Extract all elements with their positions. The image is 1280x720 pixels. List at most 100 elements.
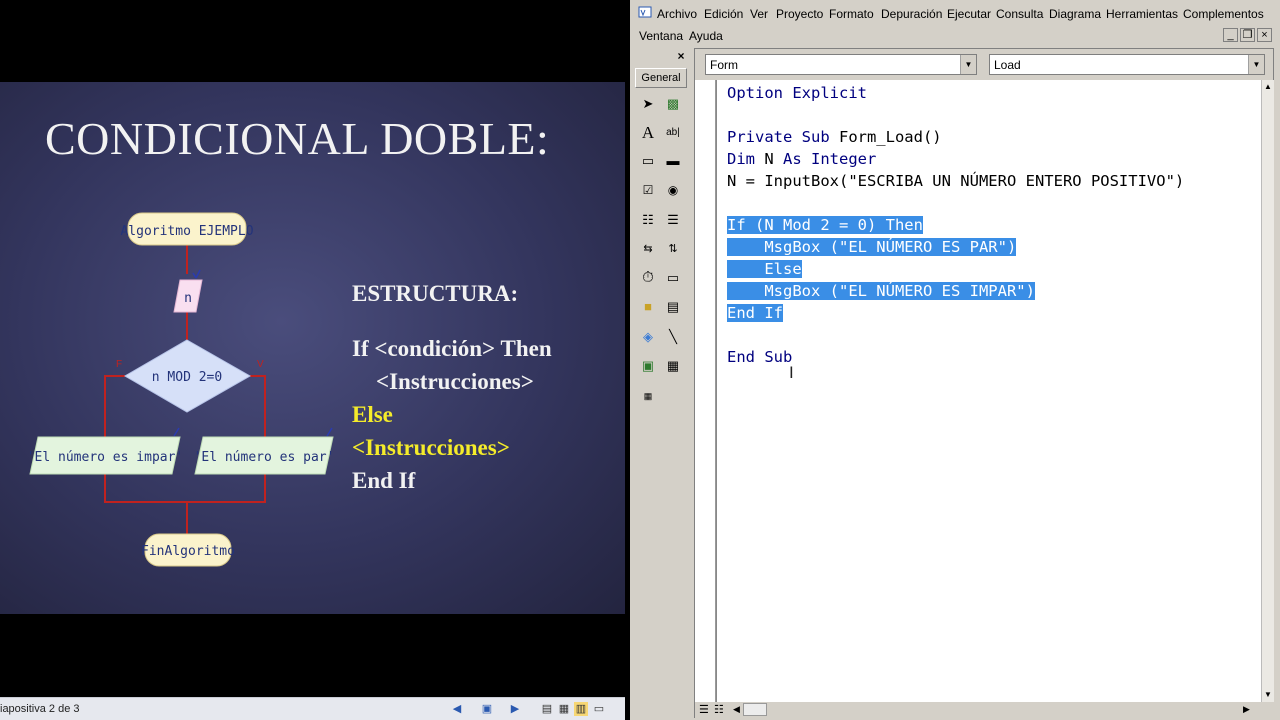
output-arrow-icon-1 — [173, 427, 180, 437]
combobox-tool-icon[interactable]: ☷ — [638, 210, 658, 230]
timer-tool-icon[interactable]: ⏱ — [638, 268, 658, 288]
code-editor[interactable]: Option Explicit Private Sub Form_Load() … — [716, 80, 1261, 702]
screen: CONDICIONAL DOBLE: F V Algoritmo EJEMPLO — [0, 0, 1280, 720]
label-tool-icon[interactable]: A — [638, 123, 658, 143]
minimize-icon[interactable]: _ — [1223, 28, 1238, 42]
toolbox: × General ➤ ▩ A ab| ▭ ▬ ☑ ◉ ☷ ☰ ⇆ ⇅ ⏱ ▭ … — [634, 48, 690, 718]
menu-depuracion[interactable]: Depuración — [881, 7, 942, 21]
code-line: Dim N As Integer — [727, 150, 877, 168]
scroll-up-icon[interactable]: ▲ — [1262, 80, 1274, 94]
structure-line-if: If <condición> Then — [352, 336, 552, 361]
flow-end-label: FinAlgoritmo — [141, 544, 235, 559]
procedure-view-icon[interactable]: ☰ — [699, 703, 709, 716]
ole-tool-icon[interactable]: ▦ — [638, 386, 658, 406]
slide: CONDICIONAL DOBLE: F V Algoritmo EJEMPLO — [0, 82, 625, 614]
horizontal-scrollbar[interactable]: ☰ ☷ ◀ ▶ — [695, 702, 1275, 718]
output-arrow-icon-2 — [326, 427, 333, 437]
menu-archivo[interactable]: Archivo — [657, 7, 697, 21]
frame-tool-icon[interactable]: ▭ — [638, 151, 658, 171]
menu-edicion[interactable]: Edición — [704, 7, 743, 21]
listbox-tool-icon[interactable]: ☰ — [663, 210, 683, 230]
menu-ayuda[interactable]: Ayuda — [689, 29, 723, 43]
code-line-selected: MsgBox ("EL NÚMERO ES PAR") — [727, 238, 1017, 256]
drivelistbox-tool-icon[interactable]: ▭ — [663, 268, 683, 288]
text-cursor-icon: I — [789, 363, 794, 382]
flowchart: F V Algoritmo EJEMPLO n n MOD 2=0 'El nú… — [27, 212, 335, 567]
hscrollbar-tool-icon[interactable]: ⇆ — [638, 239, 658, 259]
line-tool-icon[interactable]: ╲ — [663, 327, 683, 347]
commandbutton-tool-icon[interactable]: ▬ — [663, 151, 683, 171]
code-text[interactable]: Option Explicit Private Sub Form_Load() … — [727, 82, 1184, 368]
shape-tool-icon[interactable]: ◈ — [638, 327, 658, 347]
checkbox-tool-icon[interactable]: ☑ — [638, 180, 658, 200]
vertical-scrollbar[interactable]: ▲ ▼ — [1261, 80, 1274, 702]
filelistbox-tool-icon[interactable]: ▤ — [663, 297, 683, 317]
false-marker: F — [116, 359, 122, 370]
procedure-combo[interactable]: Load ▼ — [989, 54, 1265, 75]
structure-heading: ESTRUCTURA: — [352, 281, 519, 306]
menu-ver[interactable]: Ver — [750, 7, 768, 21]
module-view-icon[interactable]: ☷ — [714, 703, 724, 716]
menu-diagrama[interactable]: Diagrama — [1049, 7, 1101, 21]
menu-herramientas[interactable]: Herramientas — [1106, 7, 1178, 21]
structure-text: ESTRUCTURA: If <condición> Then <Instruc… — [352, 277, 552, 497]
structure-line-endif: End If — [352, 468, 416, 493]
vscrollbar-tool-icon[interactable]: ⇅ — [663, 239, 683, 259]
menu-bar: Archivo Edición Ver Proyecto Formato Dep… — [630, 0, 1280, 46]
input-arrow-icon — [192, 269, 201, 279]
structure-line-instr2: <Instrucciones> — [352, 435, 510, 460]
menu-consulta[interactable]: Consulta — [996, 7, 1043, 21]
slide-counter: iapositiva 2 de 3 — [0, 703, 80, 715]
menu-formato[interactable]: Formato — [829, 7, 874, 21]
menu-ventana[interactable]: Ventana — [639, 29, 683, 43]
scroll-left-icon[interactable]: ◀ — [733, 704, 740, 715]
code-line: Option Explicit — [727, 84, 867, 102]
horizontal-scroll-thumb[interactable] — [743, 703, 767, 716]
connector-true-branch — [250, 375, 266, 437]
toolbox-close-icon[interactable]: × — [674, 50, 688, 64]
code-line: N = InputBox("ESCRIBA UN NÚMERO ENTERO P… — [727, 172, 1185, 190]
code-window: Form ▼ Load ▼ Option Explicit Private Su… — [694, 48, 1275, 718]
slideshow-panel: CONDICIONAL DOBLE: F V Algoritmo EJEMPLO — [0, 0, 625, 720]
close-icon[interactable]: × — [1257, 28, 1272, 42]
toolbox-tab-general[interactable]: General — [635, 68, 687, 88]
slideshow-status-bar: iapositiva 2 de 3 ◀ ▣ ▶ ▤ ▦ ▥ ▭ — [0, 697, 625, 720]
textbox-tool-icon[interactable]: ab| — [663, 123, 683, 143]
code-line-selected: MsgBox ("EL NÚMERO ES IMPAR") — [727, 282, 1035, 300]
chevron-down-icon[interactable]: ▼ — [960, 55, 976, 74]
image-tool-icon[interactable]: ▣ — [638, 356, 658, 376]
code-line: End Sub — [727, 348, 793, 366]
menu-proyecto[interactable]: Proyecto — [776, 7, 823, 21]
code-line: Private Sub Form_Load() — [727, 128, 942, 146]
reading-view-icon[interactable]: ▥ — [574, 702, 588, 716]
dirlistbox-tool-icon[interactable]: ■ — [638, 297, 658, 317]
data-tool-icon[interactable]: ▦ — [663, 356, 683, 376]
code-line-selected: Else — [727, 260, 802, 278]
sorter-view-icon[interactable]: ▦ — [557, 702, 571, 716]
flow-condition-label: n MOD 2=0 — [152, 370, 222, 385]
restore-icon[interactable]: ❐ — [1240, 28, 1255, 42]
connector-false-branch — [104, 375, 125, 437]
structure-line-instr1: <Instrucciones> — [376, 369, 534, 394]
scroll-down-icon[interactable]: ▼ — [1262, 688, 1274, 702]
scroll-right-icon[interactable]: ▶ — [1243, 704, 1250, 715]
object-combo-value: Form — [710, 58, 738, 72]
menu-ejecutar[interactable]: Ejecutar — [947, 7, 991, 21]
prev-slide-icon[interactable]: ◀ — [450, 702, 464, 716]
flow-start-label: Algoritmo EJEMPLO — [120, 224, 253, 239]
chevron-down-icon[interactable]: ▼ — [1248, 55, 1264, 74]
object-combo[interactable]: Form ▼ — [705, 54, 977, 75]
normal-view-icon[interactable]: ▤ — [540, 702, 554, 716]
slide-menu-icon[interactable]: ▣ — [480, 702, 494, 716]
flow-true-output-label: 'El número es par' — [194, 450, 335, 465]
picturebox-tool-icon[interactable]: ▩ — [663, 94, 683, 114]
flow-input-label: n — [184, 291, 192, 306]
pointer-tool-icon[interactable]: ➤ — [638, 94, 658, 114]
optionbutton-tool-icon[interactable]: ◉ — [663, 180, 683, 200]
menu-complementos[interactable]: Complementos — [1183, 7, 1264, 21]
next-slide-icon[interactable]: ▶ — [508, 702, 522, 716]
slideshow-view-icon[interactable]: ▭ — [592, 702, 606, 716]
